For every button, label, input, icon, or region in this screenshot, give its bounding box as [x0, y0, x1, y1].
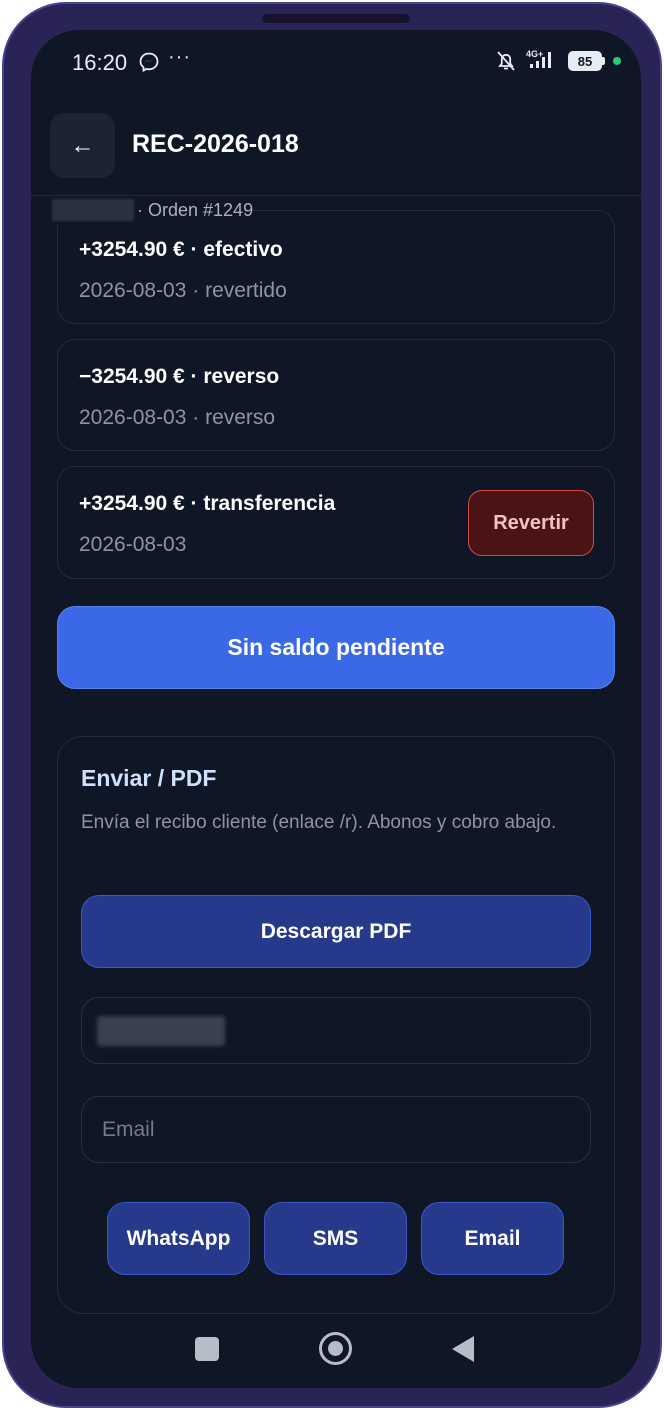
system-nav-bar: [31, 1320, 641, 1388]
payment-amount: +3254.90 € · efectivo: [79, 238, 283, 261]
email-button[interactable]: Email: [421, 1202, 564, 1275]
whatsapp-button[interactable]: WhatsApp: [107, 1202, 250, 1275]
email-field[interactable]: [81, 1096, 591, 1163]
sms-button[interactable]: SMS: [264, 1202, 407, 1275]
phone-frame: 16:20 ··· 4G+ 85 ← REC-2026-018 · Orden …: [2, 2, 662, 1408]
messenger-icon: [139, 52, 159, 72]
redacted-phone-number: [97, 1016, 225, 1046]
recents-icon[interactable]: [195, 1337, 219, 1361]
more-notifications-icon: ···: [168, 46, 191, 68]
payment-amount: +3254.90 € · transferencia: [79, 492, 336, 515]
section-title: Enviar / PDF: [81, 765, 217, 791]
phone-field[interactable]: [81, 997, 591, 1064]
battery-level: 85: [568, 51, 602, 71]
page-title: REC-2026-018: [132, 130, 299, 158]
battery-icon: 85: [568, 51, 605, 71]
payment-card: +3254.90 € · efectivo 2026-08-03 · rever…: [57, 210, 615, 324]
payment-date-status: 2026-08-03 · revertido: [79, 279, 287, 302]
network-type-label: 4G+: [526, 49, 543, 59]
back-button[interactable]: ←: [50, 113, 115, 178]
screen: 16:20 ··· 4G+ 85 ← REC-2026-018 · Orden …: [31, 30, 641, 1388]
privacy-indicator-dot: [613, 57, 621, 65]
payment-date-status: 2026-08-03 · reverso: [79, 406, 276, 429]
payment-card: −3254.90 € · reverso 2026-08-03 · revers…: [57, 339, 615, 451]
payment-amount: −3254.90 € · reverso: [79, 365, 280, 388]
balance-status-button[interactable]: Sin saldo pendiente: [57, 606, 615, 689]
status-bar: 16:20 ··· 4G+ 85: [31, 30, 641, 100]
order-subtitle: · Orden #1249: [52, 196, 254, 224]
status-time: 16:20: [72, 50, 128, 75]
share-buttons: WhatsApp SMS Email: [107, 1202, 564, 1275]
send-pdf-card: Enviar / PDF Envía el recibo cliente (en…: [57, 736, 615, 1314]
payment-date-status: 2026-08-03: [79, 533, 187, 556]
order-number: · Orden #1249: [137, 199, 254, 220]
speaker-grille: [262, 14, 410, 23]
home-icon[interactable]: [319, 1332, 352, 1365]
download-pdf-button[interactable]: Descargar PDF: [81, 895, 591, 968]
redacted-customer-name: [52, 199, 134, 221]
revert-button[interactable]: Revertir: [468, 490, 594, 556]
app-header: ← REC-2026-018: [31, 110, 641, 196]
signal-icon: 4G+: [526, 49, 551, 68]
payment-card: +3254.90 € · transferencia 2026-08-03 Re…: [57, 466, 615, 579]
section-description: Envía el recibo cliente (enlace /r). Abo…: [81, 812, 557, 833]
mute-bell-icon: [497, 51, 515, 71]
nav-back-icon[interactable]: [452, 1336, 474, 1362]
status-icons: 4G+ 85: [494, 48, 621, 74]
email-input[interactable]: [82, 1097, 590, 1162]
